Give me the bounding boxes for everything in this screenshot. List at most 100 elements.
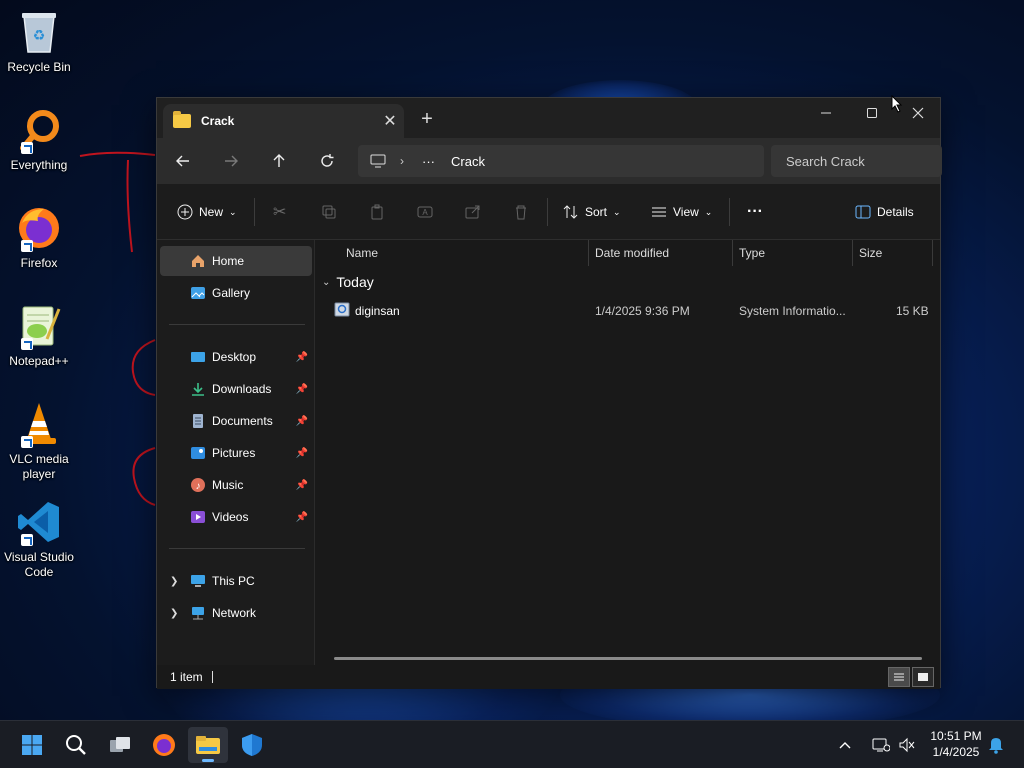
back-button[interactable]: [168, 146, 198, 176]
folder-icon: [173, 111, 191, 128]
nav-item-label: This PC: [212, 574, 255, 588]
start-button[interactable]: [12, 727, 52, 763]
nav-item-network[interactable]: ❯ Network: [160, 598, 312, 628]
task-view-button[interactable]: [100, 727, 140, 763]
desktop-icon-vlc[interactable]: VLC media player: [4, 400, 74, 482]
sort-button[interactable]: Sort ⌄: [563, 198, 621, 226]
show-hidden-icons-button[interactable]: [838, 721, 852, 768]
paste-button[interactable]: [369, 198, 385, 226]
everything-search-icon: [15, 106, 63, 154]
svg-text:♪: ♪: [196, 481, 201, 492]
navigation-pane: Home Gallery Desktop 📌 Downloads 📌 Docum…: [157, 240, 315, 665]
nav-item-this-pc[interactable]: ❯ This PC: [160, 566, 312, 596]
rename-icon: A: [417, 206, 433, 218]
up-button[interactable]: [264, 146, 294, 176]
details-view-button[interactable]: [888, 667, 910, 687]
chevron-right-icon[interactable]: ❯: [170, 576, 178, 587]
taskbar-firefox[interactable]: [144, 727, 184, 763]
new-button[interactable]: New ⌄: [177, 198, 237, 226]
group-header-today[interactable]: ⌄ Today: [322, 274, 374, 290]
desktop-icon-notepad-plus-plus[interactable]: Notepad++: [4, 302, 74, 369]
breadcrumb-more[interactable]: ···: [422, 154, 435, 169]
rename-button[interactable]: A: [417, 198, 433, 226]
close-icon: [912, 107, 924, 119]
column-header-date[interactable]: Date modified: [589, 240, 733, 266]
nav-item-label: Network: [212, 606, 257, 620]
search-input[interactable]: Search Crack: [771, 145, 942, 177]
taskbar-windows-security[interactable]: [232, 727, 272, 763]
divider: [169, 324, 305, 325]
videos-icon: [190, 509, 206, 525]
shortcut-arrow-icon: [21, 338, 33, 350]
pin-icon[interactable]: 📌: [296, 384, 308, 395]
share-icon: [465, 205, 480, 219]
vlc-cone-icon: [15, 400, 63, 448]
address-bar[interactable]: › ··· Crack: [358, 145, 764, 177]
column-header-size[interactable]: Size: [853, 240, 933, 266]
nav-item-documents[interactable]: Documents 📌: [160, 406, 312, 436]
refresh-button[interactable]: [312, 146, 342, 176]
pin-icon[interactable]: 📌: [296, 512, 308, 523]
file-type: System Informatio...: [739, 304, 846, 318]
network-status-button[interactable]: [872, 721, 890, 768]
desktop-icon-vscode[interactable]: Visual Studio Code: [4, 498, 74, 580]
pin-icon[interactable]: 📌: [296, 448, 308, 459]
nav-item-desktop[interactable]: Desktop 📌: [160, 342, 312, 372]
more-options-button[interactable]: ···: [747, 198, 763, 226]
pictures-icon: [190, 445, 206, 461]
tab-crack[interactable]: Crack ✕: [163, 104, 404, 138]
nav-item-downloads[interactable]: Downloads 📌: [160, 374, 312, 404]
command-bar: New ⌄ ✂ A Sort ⌄ View ⌄ ··· Details: [157, 184, 940, 240]
refresh-icon: [321, 154, 334, 167]
nav-item-gallery[interactable]: Gallery: [160, 278, 312, 308]
file-name: diginsan: [355, 304, 400, 318]
volume-button[interactable]: [898, 721, 916, 768]
search-button[interactable]: [56, 727, 96, 763]
desktop-icon-everything[interactable]: Everything: [4, 106, 74, 173]
pin-icon[interactable]: 📌: [296, 352, 308, 363]
forward-button[interactable]: [216, 146, 246, 176]
notifications-button[interactable]: [988, 721, 1004, 768]
clock-date: 1/4/2025: [932, 745, 980, 759]
delete-button[interactable]: [513, 198, 529, 226]
file-date: 1/4/2025 9:36 PM: [595, 304, 690, 318]
network-status-icon: [872, 738, 890, 752]
desktop-icon-firefox[interactable]: Firefox: [4, 204, 74, 271]
pin-icon[interactable]: 📌: [296, 480, 308, 491]
music-icon: ♪: [190, 477, 206, 493]
maximize-icon: [867, 108, 877, 118]
taskbar-file-explorer[interactable]: [188, 727, 228, 763]
new-tab-button[interactable]: +: [415, 108, 439, 132]
chevron-down-icon: ⌄: [704, 206, 713, 217]
breadcrumb-current[interactable]: Crack: [451, 154, 485, 169]
tiles-view-button[interactable]: [912, 667, 934, 687]
clock[interactable]: 10:51 PM 1/4/2025: [920, 728, 992, 760]
copy-button[interactable]: [321, 198, 337, 226]
share-button[interactable]: [465, 198, 481, 226]
horizontal-scrollbar[interactable]: [334, 657, 922, 660]
nav-item-pictures[interactable]: Pictures 📌: [160, 438, 312, 468]
desktop-icon-label: Visual Studio Code: [4, 550, 74, 579]
column-header-type[interactable]: Type: [733, 240, 853, 266]
nav-item-music[interactable]: ♪ Music 📌: [160, 470, 312, 500]
chevron-right-icon[interactable]: ❯: [170, 608, 178, 619]
details-button-label: Details: [877, 205, 914, 219]
nav-item-home[interactable]: Home: [160, 246, 312, 276]
view-button-label: View: [673, 205, 699, 219]
table-row[interactable]: diginsan 1/4/2025 9:36 PM System Informa…: [316, 298, 936, 324]
cut-button[interactable]: ✂: [273, 198, 286, 226]
minimize-button[interactable]: [803, 98, 849, 128]
nav-item-label: Downloads: [212, 382, 272, 396]
nav-item-label: Documents: [212, 414, 273, 428]
column-header-name[interactable]: Name: [316, 240, 589, 266]
details-pane-button[interactable]: Details: [855, 198, 914, 226]
pin-icon[interactable]: 📌: [296, 416, 308, 427]
desktop-icon-recycle-bin[interactable]: ♻ Recycle Bin: [4, 8, 74, 75]
nav-item-videos[interactable]: Videos 📌: [160, 502, 312, 532]
view-button[interactable]: View ⌄: [651, 198, 712, 226]
nav-item-label: Gallery: [212, 286, 251, 300]
chevron-up-icon: [839, 742, 851, 749]
maximize-button[interactable]: [849, 98, 895, 128]
close-tab-icon[interactable]: ✕: [376, 111, 404, 131]
file-list: Name Date modified Type Size ⌄ Today dig…: [316, 240, 940, 665]
